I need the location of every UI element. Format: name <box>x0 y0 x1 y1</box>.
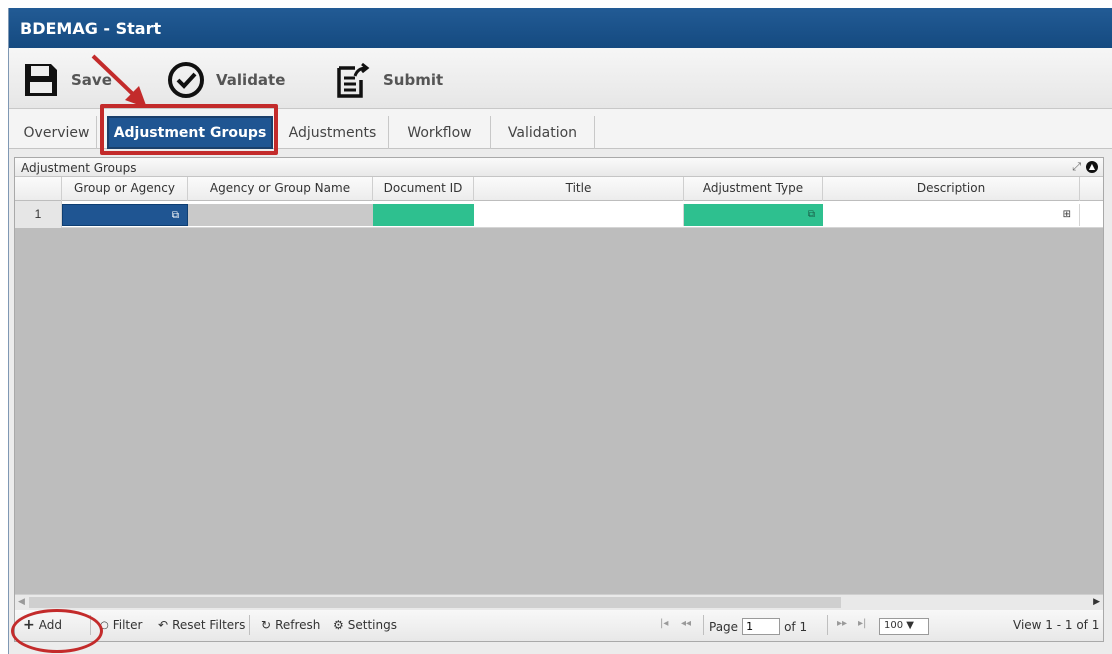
document-export-icon <box>337 62 370 98</box>
app-window: BDEMAG - Start Save Validate Submit Over… <box>8 8 1112 654</box>
column-header[interactable]: Group or Agency <box>62 177 188 201</box>
next-page-icon[interactable]: ▸▸ <box>837 618 847 629</box>
refresh-icon: ↻ <box>261 618 272 632</box>
text-editor-icon[interactable]: ⊞ <box>1063 209 1071 220</box>
column-header[interactable]: Agency or Group Name <box>188 177 373 201</box>
scroll-thumb[interactable] <box>29 597 841 608</box>
divider <box>827 615 828 635</box>
filter-label: Filter <box>112 618 143 632</box>
row-number-header <box>15 177 62 201</box>
window-title: BDEMAG - Start <box>9 8 1112 48</box>
scroll-left-icon[interactable]: ◀ <box>18 596 25 607</box>
scroll-right-icon[interactable]: ▶ <box>1093 596 1100 607</box>
lookup-icon[interactable]: ⧉ <box>172 210 179 221</box>
divider <box>703 615 704 635</box>
column-header[interactable]: Adjustment Type <box>684 177 823 201</box>
table-row[interactable]: 1 ⧉ ⧉ ⊞ <box>15 201 1103 228</box>
lookup-icon[interactable]: ⧉ <box>808 209 815 220</box>
view-records-text: View 1 - 1 of 1 <box>1013 618 1100 632</box>
refresh-button[interactable]: ↻ Refresh <box>261 618 320 632</box>
check-circle-icon <box>168 62 204 98</box>
undo-icon: ↶ <box>158 618 169 632</box>
rows-per-page-value: 100 ▼ <box>879 618 929 635</box>
validate-label: Validate <box>216 71 286 89</box>
panel-caption: Adjustment Groups <box>21 161 137 175</box>
annotation-circle <box>11 609 103 653</box>
gear-icon: ⚙ <box>333 618 344 632</box>
divider <box>249 615 250 635</box>
column-header[interactable]: Document ID <box>373 177 474 201</box>
adjustment-groups-panel: Adjustment Groups ⤢ ▲ Group or Agency Ag… <box>14 157 1104 642</box>
validate-button[interactable]: Validate <box>166 60 285 100</box>
expand-icon[interactable]: ⤢ <box>1072 160 1081 174</box>
grid-header: Group or Agency Agency or Group Name Doc… <box>15 177 1103 201</box>
settings-label: Settings <box>347 618 397 632</box>
group-or-agency-cell[interactable]: ⧉ <box>62 204 188 226</box>
previous-page-icon[interactable]: ◂◂ <box>681 618 691 629</box>
title-cell[interactable] <box>474 204 684 226</box>
tab-validation[interactable]: Validation <box>491 116 595 149</box>
page-control: Page of 1 <box>709 618 807 635</box>
submit-button[interactable]: Submit <box>333 60 443 100</box>
agency-or-group-name-cell <box>188 204 373 226</box>
settings-button[interactable]: ⚙ Settings <box>333 618 397 632</box>
grid-pager: + Add ○ Filter ↶ Reset Filters ↻ Refresh… <box>15 610 1103 641</box>
tab-workflow[interactable]: Workflow <box>389 116 491 149</box>
filter-button[interactable]: ○ Filter <box>100 618 142 632</box>
adjustment-type-cell[interactable]: ⧉ <box>684 204 823 226</box>
submit-label: Submit <box>383 71 444 89</box>
refresh-label: Refresh <box>275 618 321 632</box>
reset-filters-label: Reset Filters <box>172 618 246 632</box>
collapse-icon[interactable]: ▲ <box>1086 161 1098 173</box>
toolbar: Save Validate Submit <box>9 48 1112 109</box>
last-page-icon[interactable]: ▸| <box>858 618 866 629</box>
column-header[interactable]: Description <box>823 177 1080 201</box>
description-cell[interactable]: ⊞ <box>823 204 1080 226</box>
rows-per-page-select[interactable]: 100 ▼ <box>879 618 929 635</box>
first-page-icon[interactable]: |◂ <box>660 618 668 629</box>
page-label: Page <box>709 619 739 634</box>
row-number: 1 <box>15 201 62 228</box>
panel-header: Adjustment Groups ⤢ ▲ <box>15 158 1103 177</box>
annotation-arrow-icon <box>91 54 147 108</box>
floppy-disk-icon <box>25 64 57 96</box>
column-header[interactable]: Title <box>474 177 684 201</box>
horizontal-scrollbar[interactable]: ◀ ▶ <box>15 594 1103 610</box>
tab-adjustments[interactable]: Adjustments <box>277 116 389 149</box>
reset-filters-button[interactable]: ↶ Reset Filters <box>158 618 245 632</box>
page-number-input[interactable] <box>742 618 781 635</box>
tab-overview[interactable]: Overview <box>17 116 97 149</box>
document-id-cell[interactable] <box>373 204 474 226</box>
page-count: of 1 <box>784 619 808 634</box>
